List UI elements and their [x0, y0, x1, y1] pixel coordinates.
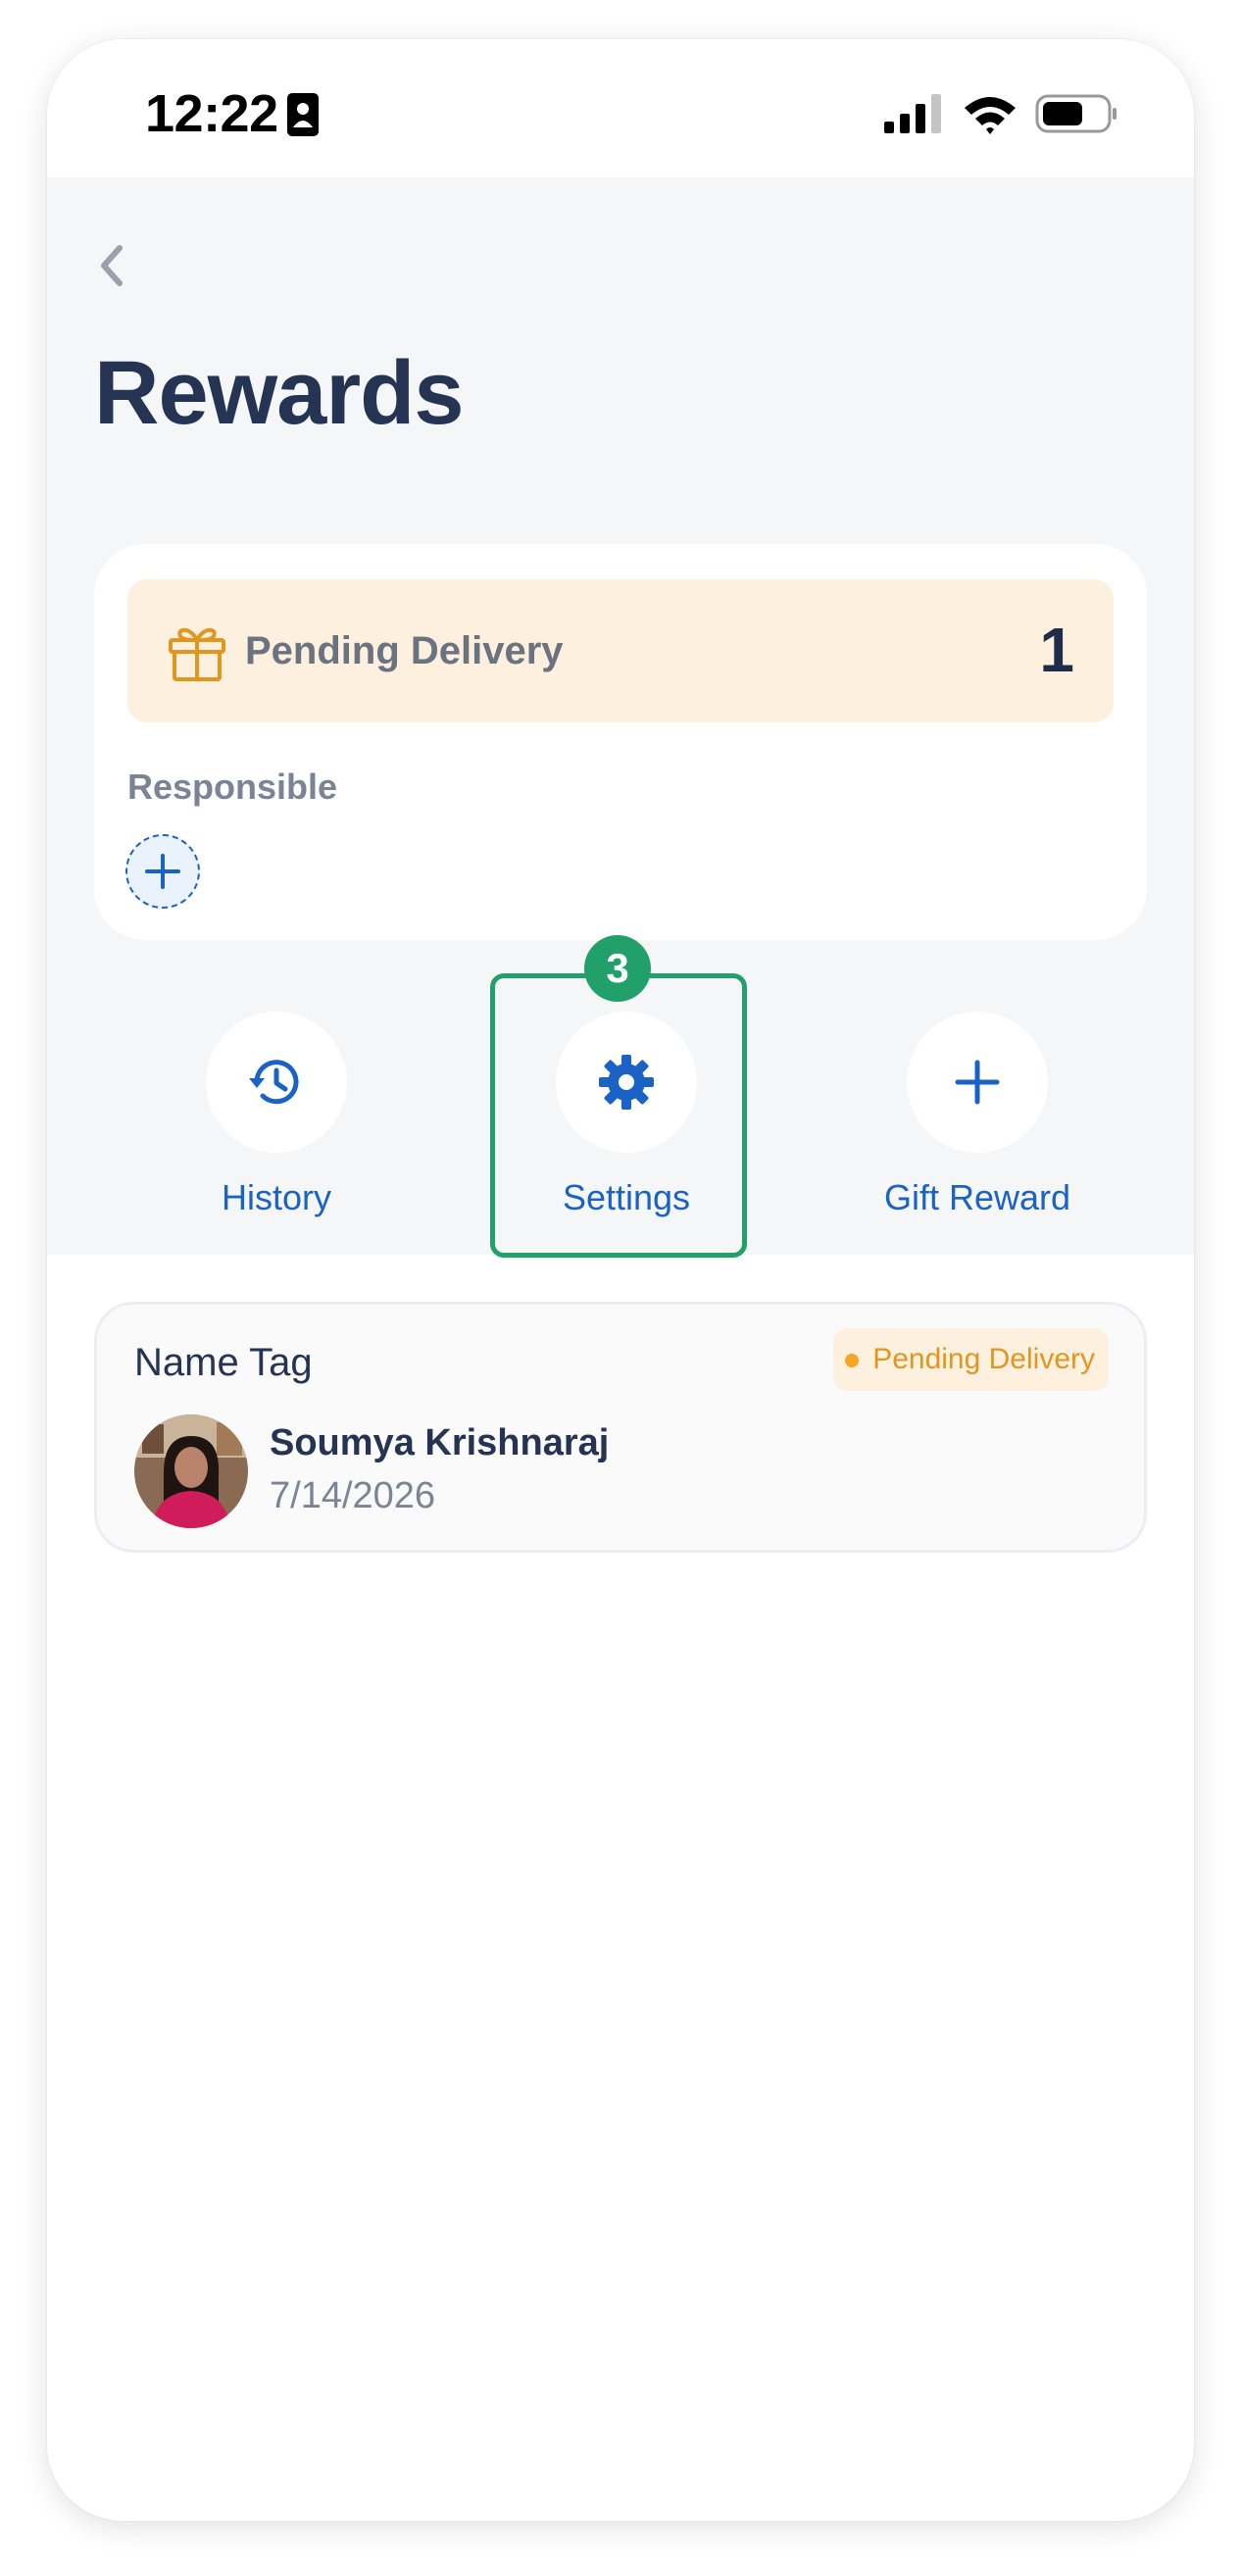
add-responsible-button[interactable]: [125, 834, 200, 909]
pending-delivery-count: 1: [1039, 615, 1074, 685]
contact-card-icon: [287, 93, 319, 136]
gift-reward-button[interactable]: [907, 1012, 1048, 1153]
battery-icon: [1035, 94, 1117, 133]
avatar: [134, 1414, 248, 1528]
back-chevron-icon[interactable]: [90, 236, 129, 295]
plus-icon: [145, 854, 180, 889]
gift-reward-label: Gift Reward: [883, 1177, 1071, 1217]
reward-date: 7/14/2026: [270, 1475, 436, 1516]
status-badge-text: Pending Delivery: [872, 1343, 1095, 1375]
phone-screen: 12:22 Rewards Pending Delivery 1 Respons…: [47, 39, 1194, 2521]
history-label: History: [221, 1177, 331, 1217]
cellular-signal-icon: [884, 94, 941, 133]
status-bar: 12:22: [47, 39, 1194, 177]
recipient-name: Soumya Krishnaraj: [270, 1422, 610, 1463]
history-button[interactable]: [206, 1012, 347, 1153]
step-number-badge: 3: [584, 935, 651, 1002]
gift-icon: [169, 627, 225, 681]
plus-icon: [955, 1060, 1000, 1105]
page-title: Rewards: [94, 343, 464, 443]
status-dot-icon: [845, 1354, 860, 1367]
gift-reward-action[interactable]: Gift Reward: [869, 1012, 1085, 1227]
pending-delivery-row[interactable]: Pending Delivery 1: [127, 579, 1114, 722]
reward-list-item[interactable]: Name Tag Pending Delivery Soumya Krishna…: [94, 1302, 1147, 1553]
step-highlight-box: [490, 973, 747, 1258]
status-badge: Pending Delivery: [833, 1328, 1109, 1391]
history-action[interactable]: History: [169, 1012, 384, 1227]
person-photo: [134, 1414, 248, 1528]
history-icon: [249, 1060, 299, 1105]
rewards-summary-card: Pending Delivery 1 Responsible: [94, 544, 1147, 940]
responsible-label: Responsible: [127, 767, 338, 807]
rewards-header: Rewards Pending Delivery 1 Responsible H…: [47, 177, 1194, 1258]
pending-delivery-label: Pending Delivery: [245, 629, 564, 672]
reward-name: Name Tag: [134, 1341, 313, 1384]
status-time: 12:22: [145, 84, 278, 143]
wifi-icon: [965, 97, 1016, 134]
